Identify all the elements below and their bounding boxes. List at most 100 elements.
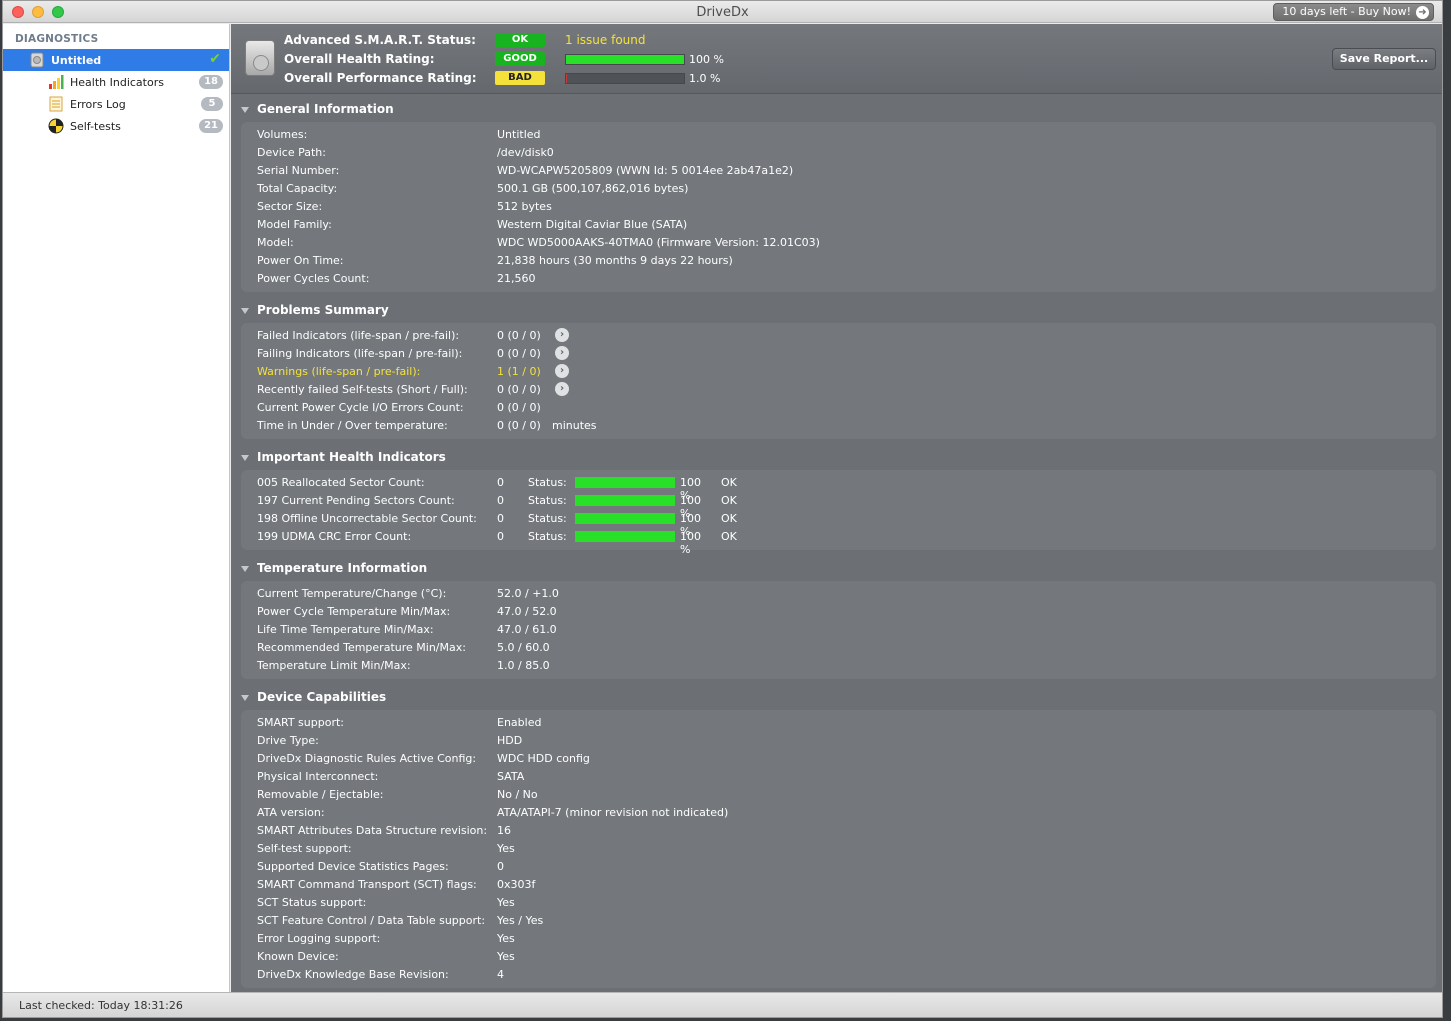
hard-drive-icon — [30, 52, 44, 68]
row-value: Enabled — [497, 716, 542, 729]
row-value: 0 — [497, 494, 504, 507]
smart-status-label: Advanced S.M.A.R.T. Status: — [284, 33, 476, 47]
disclosure-triangle-icon — [241, 106, 249, 113]
section-health-indicators[interactable]: Important Health Indicators — [241, 450, 446, 464]
indicator-state: OK — [721, 512, 737, 525]
row-value: WDC HDD config — [497, 752, 590, 765]
section-problems-summary[interactable]: Problems Summary — [241, 303, 389, 317]
general-information-panel: Volumes: Untitled Device Path:/dev/disk0 … — [241, 122, 1436, 292]
sidebar-item-drive[interactable]: Untitled ✔ — [3, 49, 229, 71]
indicator-percent: 100 % — [680, 530, 701, 556]
save-report-button[interactable]: Save Report... — [1332, 48, 1436, 70]
sidebar-item-self-tests[interactable]: Self-tests 21 — [3, 115, 229, 137]
health-rating-label: Overall Health Rating: — [284, 52, 435, 66]
row-key: Error Logging support: — [257, 932, 381, 945]
window-title: DriveDx — [696, 5, 749, 20]
row-key: Current Power Cycle I/O Errors Count: — [257, 401, 464, 414]
row-value: 4 — [497, 968, 504, 981]
go-arrow-icon[interactable]: › — [555, 364, 569, 378]
row-key: Device Path: — [257, 146, 326, 159]
row-value: 0 (0 / 0) — [497, 383, 541, 396]
row-value: No / No — [497, 788, 538, 801]
row-value: 500.1 GB (500,107,862,016 bytes) — [497, 182, 689, 195]
section-title: Problems Summary — [257, 303, 389, 317]
sidebar: DIAGNOSTICS Untitled ✔ Health Indicators… — [3, 24, 230, 992]
problems-summary-panel: Failed Indicators (life-span / pre-fail)… — [241, 323, 1436, 439]
disclosure-triangle-icon — [241, 454, 249, 461]
bar-chart-icon — [49, 75, 64, 89]
row-value: 16 — [497, 824, 511, 837]
health-rating-fill — [566, 55, 684, 64]
sidebar-item-label: Health Indicators — [70, 76, 164, 89]
row-value: 0 (0 / 0) — [497, 347, 541, 360]
indicator-bar-fill — [575, 513, 675, 524]
issue-count-link[interactable]: 1 issue found — [565, 33, 645, 47]
row-value: Yes / Yes — [497, 914, 544, 927]
disclosure-triangle-icon — [241, 694, 249, 701]
row-key: Warnings (life-span / pre-fail): — [257, 365, 421, 378]
row-key: Drive Type: — [257, 734, 319, 747]
section-temperature-information[interactable]: Temperature Information — [241, 561, 427, 575]
row-value: Western Digital Caviar Blue (SATA) — [497, 218, 688, 231]
go-arrow-icon[interactable]: › — [555, 346, 569, 360]
row-value: Untitled — [497, 128, 541, 141]
section-general-information[interactable]: General Information — [241, 102, 394, 116]
health-rating-percent: 100 % — [689, 53, 724, 66]
row-value: 1 (1 / 0) — [497, 365, 541, 378]
disclosure-triangle-icon — [241, 307, 249, 314]
row-value: 0x303f — [497, 878, 536, 891]
sidebar-item-errors-log[interactable]: Errors Log 5 — [3, 93, 229, 115]
row-value: 0 — [497, 476, 504, 489]
row-key: ATA version: — [257, 806, 325, 819]
section-title: Device Capabilities — [257, 690, 387, 704]
row-value: HDD — [497, 734, 523, 747]
status-bar: Last checked: Today 18:31:26 — [3, 992, 1442, 1017]
go-arrow-icon[interactable]: › — [555, 382, 569, 396]
go-arrow-icon[interactable]: › — [555, 328, 569, 342]
row-value: 52.0 / +1.0 — [497, 587, 559, 600]
sidebar-item-label: Untitled — [51, 54, 102, 67]
performance-rating-bar — [565, 73, 685, 84]
row-key: SMART Attributes Data Structure revision… — [257, 824, 488, 837]
row-key: Power Cycle Temperature Min/Max: — [257, 605, 451, 618]
indicator-state: OK — [721, 476, 737, 489]
performance-rating-badge: BAD — [495, 71, 545, 85]
row-value: 0 — [497, 512, 504, 525]
row-key: Model Family: — [257, 218, 332, 231]
temperature-information-panel: Current Temperature/Change (°C): 52.0 / +… — [241, 581, 1436, 679]
row-key: Time in Under / Over temperature: — [257, 419, 448, 432]
row-value: 1.0 / 85.0 — [497, 659, 550, 672]
performance-rating-fill — [566, 74, 568, 83]
row-value: 0 — [497, 860, 504, 873]
row-key: Known Device: — [257, 950, 339, 963]
buy-now-button[interactable]: 10 days left - Buy Now! ➜ — [1273, 3, 1434, 21]
row-value: 0 (0 / 0) — [497, 329, 541, 342]
health-indicators-panel: 005 Reallocated Sector Count: 0 Status: 100… — [241, 470, 1436, 556]
health-rating-bar — [565, 54, 685, 65]
row-key: DriveDx Knowledge Base Revision: — [257, 968, 449, 981]
row-unit: minutes — [552, 419, 597, 432]
status-label: Status: — [528, 494, 567, 507]
row-key: SMART Command Transport (SCT) flags: — [257, 878, 477, 891]
row-key: 199 UDMA CRC Error Count: — [257, 530, 412, 543]
indicator-bar — [575, 495, 675, 506]
row-key: 198 Offline Uncorrectable Sector Count: — [257, 512, 477, 525]
row-key: Self-test support: — [257, 842, 352, 855]
row-value: 0 (0 / 0) — [497, 401, 541, 414]
row-key: Model: — [257, 236, 294, 249]
indicator-bar — [575, 477, 675, 488]
row-key: Serial Number: — [257, 164, 340, 177]
row-key: DriveDx Diagnostic Rules Active Config: — [257, 752, 477, 765]
sidebar-item-health-indicators[interactable]: Health Indicators 18 — [3, 71, 229, 93]
indicator-bar-fill — [575, 531, 675, 542]
section-title: Important Health Indicators — [257, 450, 446, 464]
row-key: Removable / Ejectable: — [257, 788, 384, 801]
indicator-state: OK — [721, 494, 737, 507]
section-device-capabilities[interactable]: Device Capabilities — [241, 690, 386, 704]
smart-status-badge: OK — [495, 33, 545, 47]
status-label: Status: — [528, 476, 567, 489]
status-label: Status: — [528, 512, 567, 525]
health-rating-badge: GOOD — [495, 52, 545, 66]
indicator-bar — [575, 513, 675, 524]
row-key: Recently failed Self-tests (Short / Full… — [257, 383, 468, 396]
